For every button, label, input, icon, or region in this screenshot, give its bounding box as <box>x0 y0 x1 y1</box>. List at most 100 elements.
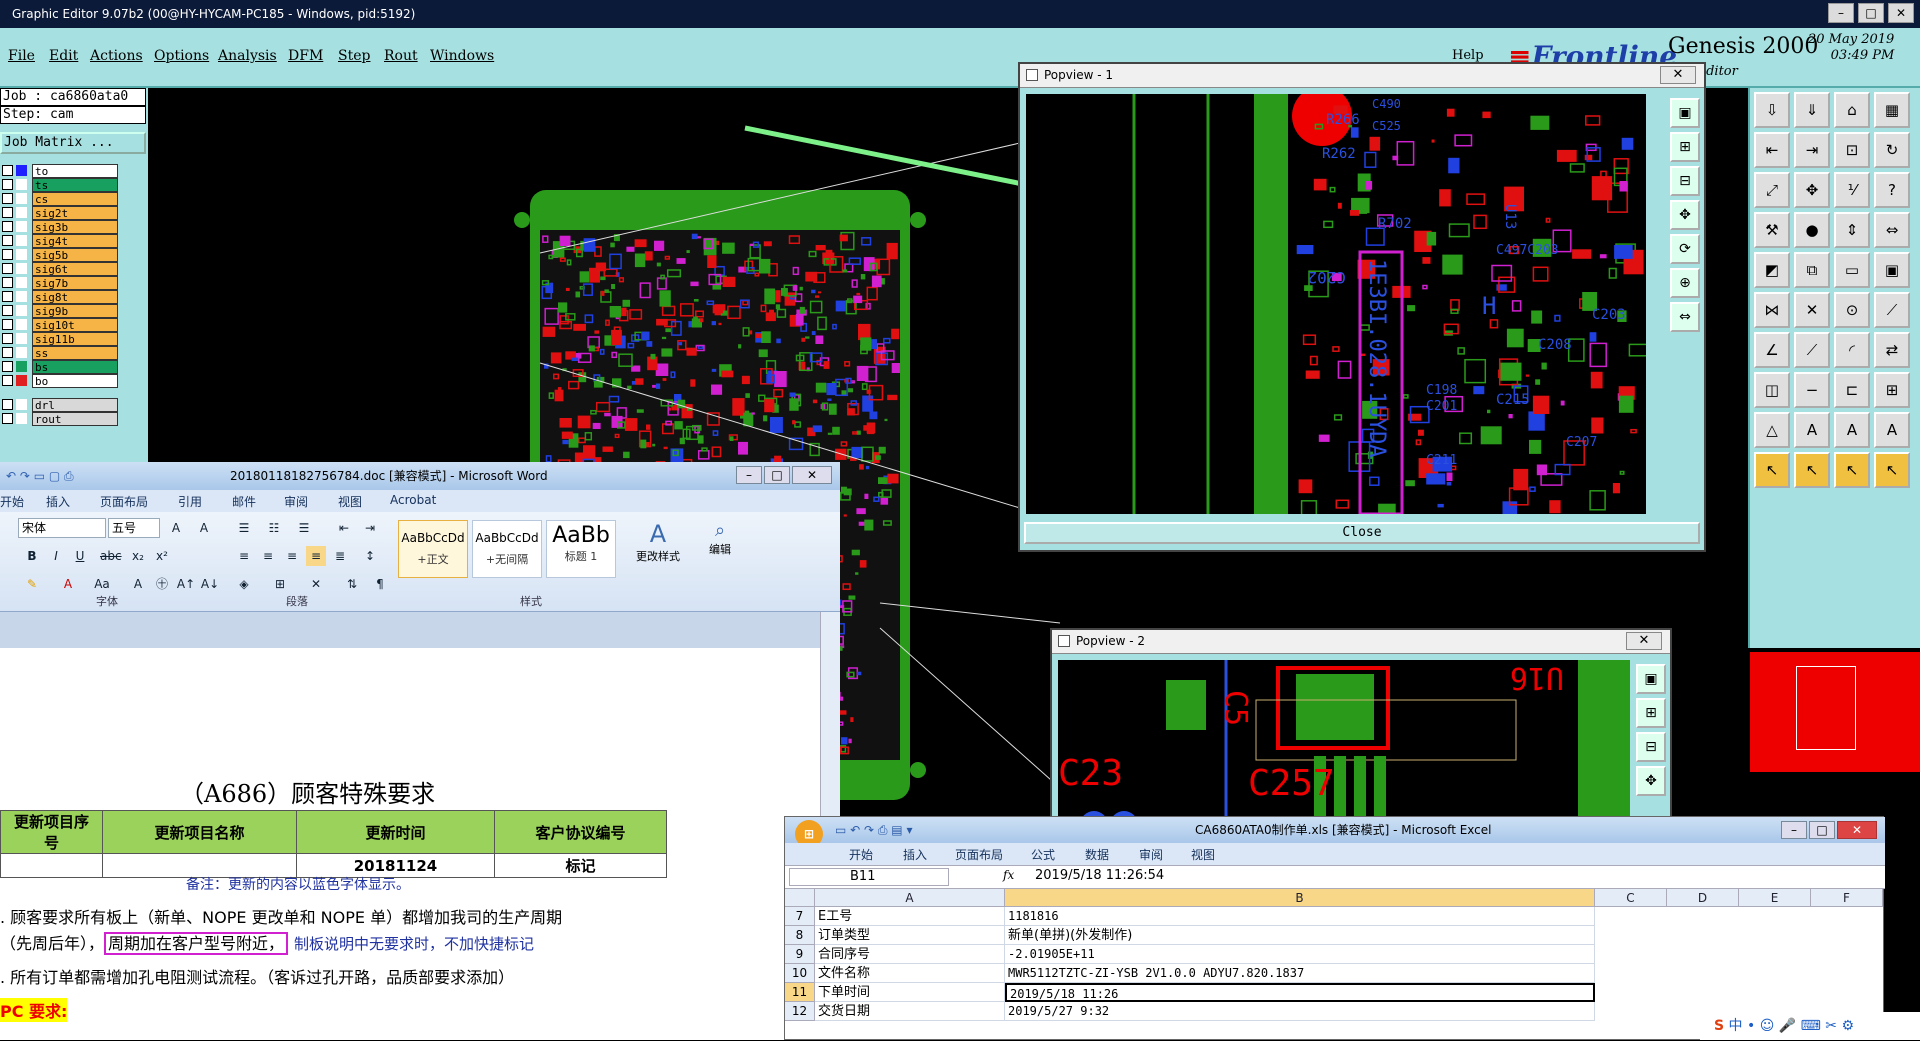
save-icon[interactable]: ⇓ <box>1794 92 1830 128</box>
cell-a[interactable]: 下单时间 <box>815 983 1005 1002</box>
back-icon[interactable]: ⇤ <box>1754 132 1790 168</box>
column-header[interactable]: C <box>1595 889 1667 907</box>
popview-2-canvas[interactable]: C23 C257 U16 C5 <box>1058 660 1630 828</box>
zoom-fit-icon[interactable]: ▣ <box>1636 664 1666 694</box>
forward-icon[interactable]: ⇥ <box>1794 132 1830 168</box>
line-icon[interactable]: ∠ <box>1754 332 1790 368</box>
shrink-font-icon[interactable]: A↓ <box>200 574 220 594</box>
column-header[interactable]: E <box>1739 889 1811 907</box>
chinese-layout-icon[interactable]: ✕ <box>306 574 326 594</box>
menu-help[interactable]: Help <box>1452 48 1484 63</box>
measure-icon[interactable]: ⇔ <box>1670 302 1700 332</box>
cell-a[interactable]: E工号 <box>815 907 1005 926</box>
frame-icon[interactable]: ▭ <box>1834 252 1870 288</box>
scale-icon[interactable]: ⅟ <box>1834 172 1870 208</box>
triangle-b-icon[interactable]: A <box>1834 412 1870 448</box>
column-header[interactable]: A <box>815 889 1005 907</box>
font-size-select[interactable]: 五号 <box>108 518 160 538</box>
row-header[interactable]: 7 <box>785 907 815 926</box>
center-icon[interactable]: ✥ <box>1794 172 1830 208</box>
route-icon[interactable]: ⟋ <box>1874 292 1910 328</box>
char-shading-icon[interactable]: A <box>128 574 148 594</box>
maximize-button[interactable]: □ <box>1858 3 1884 23</box>
tab-references[interactable]: 引用 <box>178 493 202 510</box>
tab-page-layout[interactable]: 页面布局 <box>100 493 148 510</box>
pad-icon[interactable]: ◫ <box>1754 372 1790 408</box>
grid-icon[interactable]: ▦ <box>1874 92 1910 128</box>
excel-maximize-button[interactable]: □ <box>1809 821 1835 839</box>
tab-review[interactable]: 审阅 <box>284 493 308 510</box>
column-header[interactable]: D <box>1667 889 1739 907</box>
column-header[interactable]: B <box>1005 889 1595 907</box>
style-heading1[interactable]: AaBb 标题 1 <box>546 520 616 578</box>
pointer-select-icon[interactable]: ↖ <box>1794 452 1830 488</box>
popview-1-close-x[interactable]: ✕ <box>1660 66 1696 84</box>
cell-b[interactable]: 新单(单拼)(外发制作) <box>1005 926 1595 945</box>
row-header[interactable]: 11 <box>785 983 815 1002</box>
tab-acrobat[interactable]: Acrobat <box>390 493 436 507</box>
snap-icon[interactable]: ⊙ <box>1834 292 1870 328</box>
minus-icon[interactable]: − <box>1794 372 1830 408</box>
superscript-button[interactable]: x² <box>152 546 172 566</box>
decrease-indent-icon[interactable]: ⇤ <box>334 518 354 538</box>
popview-1-canvas[interactable]: R266 R262 C202 1E3BI.028.1UYDA R702 U13 … <box>1026 94 1646 514</box>
popview-1-close-button[interactable]: Close <box>1024 522 1700 544</box>
center-icon[interactable]: ⊕ <box>1670 268 1700 298</box>
menu-dfm[interactable]: DFM <box>288 48 323 64</box>
net-icon[interactable]: ⋈ <box>1754 292 1790 328</box>
measure-icon[interactable]: ⇕ <box>1834 212 1870 248</box>
tab-formulas[interactable]: 公式 <box>1031 846 1055 863</box>
array-icon[interactable]: ⊞ <box>1874 372 1910 408</box>
ime-mode-text[interactable]: 中 <box>1729 1018 1743 1034</box>
word-close-button[interactable]: ✕ <box>792 466 832 484</box>
select-icon[interactable]: ◩ <box>1754 252 1790 288</box>
tab-insert[interactable]: 插入 <box>903 846 927 863</box>
pan-icon[interactable]: ✥ <box>1636 766 1666 796</box>
cell-b[interactable]: 2019/5/27 9:32 <box>1005 1002 1595 1021</box>
excel-minimize-button[interactable]: – <box>1781 821 1807 839</box>
show-marks-icon[interactable]: ¶ <box>370 574 390 594</box>
multilevel-icon[interactable]: ☰ <box>294 518 314 538</box>
function-icon[interactable]: fx <box>1003 868 1014 882</box>
menu-options[interactable]: Options <box>154 48 209 64</box>
highlight-icon[interactable]: ✎ <box>22 574 42 594</box>
cell-a[interactable]: 订单类型 <box>815 926 1005 945</box>
fit-icon[interactable]: ⤢ <box>1754 172 1790 208</box>
sogou-ime-icon[interactable]: S <box>1714 1018 1724 1034</box>
underline-button[interactable]: U <box>70 546 90 566</box>
pointer-icon[interactable]: ↖ <box>1754 452 1790 488</box>
zoom-fit-icon[interactable]: ▣ <box>1670 98 1700 128</box>
column-header[interactable]: F <box>1811 889 1883 907</box>
editing-button[interactable]: ⌕ 编辑 <box>700 520 740 580</box>
zoom-out-icon[interactable]: ⊟ <box>1636 732 1666 762</box>
triangle-icon[interactable]: △ <box>1754 412 1790 448</box>
name-box[interactable]: B11 <box>789 868 949 886</box>
tab-mailings[interactable]: 邮件 <box>232 493 256 510</box>
align-right-icon[interactable]: ≡ <box>282 546 302 566</box>
cell-b[interactable]: MWR5112TZTC-ZI-YSB 2V1.0.0 ADYU7.820.183… <box>1005 964 1595 983</box>
change-case-icon[interactable]: Aa <box>92 574 112 594</box>
cell-b-selected[interactable]: 2019/5/18 11:26 <box>1005 983 1595 1002</box>
align-left-icon[interactable]: ≡ <box>234 546 254 566</box>
triangle-a-icon[interactable]: A <box>1794 412 1830 448</box>
strikethrough-button[interactable]: abc <box>100 546 122 566</box>
menu-step[interactable]: Step <box>338 48 370 64</box>
word-maximize-button[interactable]: □ <box>764 466 790 484</box>
cell-a[interactable]: 交货日期 <box>815 1002 1005 1021</box>
grow-font-icon[interactable]: A↑ <box>176 574 196 594</box>
pin-icon[interactable]: ● <box>1794 212 1830 248</box>
zoom-area-icon[interactable]: ⊡ <box>1834 132 1870 168</box>
zoom-preview[interactable] <box>1750 652 1920 772</box>
style-normal[interactable]: AaBbCcDd +正文 <box>398 520 468 578</box>
quick-access-icons[interactable]: ▭ ↶ ↷ ⎙ ▤ ▾ <box>835 817 912 843</box>
triangle-c-icon[interactable]: A <box>1874 412 1910 448</box>
cell-a[interactable]: 合同序号 <box>815 945 1005 964</box>
ime-toolbar-icons[interactable]: • ☺ 🎤 ⌨ ✂ ⚙ <box>1747 1018 1854 1034</box>
pointer-move-icon[interactable]: ↖ <box>1874 452 1910 488</box>
select-all-corner[interactable] <box>785 889 815 907</box>
italic-button[interactable]: I <box>46 546 66 566</box>
help-icon[interactable]: ? <box>1874 172 1910 208</box>
increase-indent-icon[interactable]: ⇥ <box>360 518 380 538</box>
tab-view[interactable]: 视图 <box>338 493 362 510</box>
row-header[interactable]: 12 <box>785 1002 815 1021</box>
